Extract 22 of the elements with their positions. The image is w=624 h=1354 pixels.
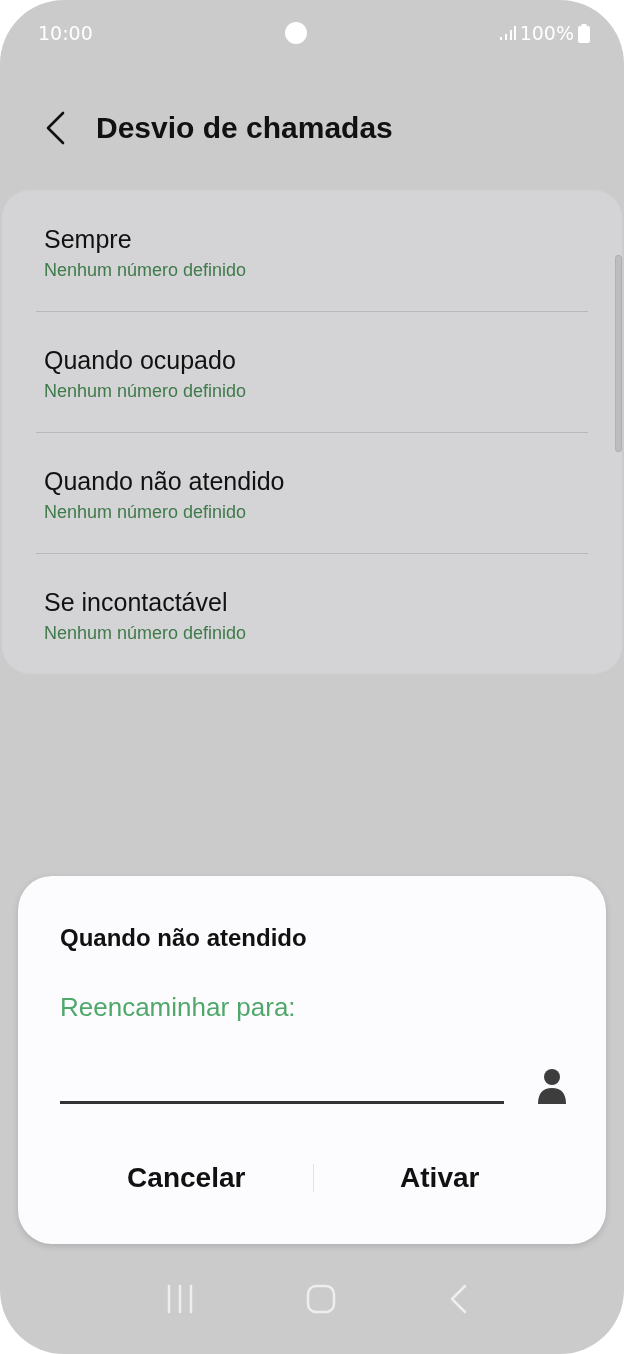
battery-icon — [578, 23, 590, 43]
contact-person-icon[interactable] — [538, 1068, 566, 1104]
option-item[interactable]: Se incontactável Nenhum número definido — [36, 553, 588, 674]
page-title: Desvio de chamadas — [96, 111, 393, 145]
option-title: Quando ocupado — [44, 346, 236, 375]
option-title: Se incontactável — [44, 588, 228, 617]
field-label: Reencaminhar para: — [60, 992, 296, 1023]
option-title: Quando não atendido — [44, 467, 285, 496]
option-subtitle: Nenhum número definido — [44, 259, 247, 281]
option-item[interactable]: Quando não atendido Nenhum número definido — [36, 432, 588, 553]
option-subtitle: Nenhum número definido — [44, 623, 247, 644]
option-item[interactable]: Sempre Nenhum número definido — [36, 190, 588, 311]
dialog-button[interactable]: Ativar — [313, 1154, 566, 1202]
option-subtitle: Nenhum número definido — [44, 381, 247, 402]
signal-icon — [499, 25, 516, 41]
option-title: Sempre — [44, 224, 132, 254]
back-icon[interactable] — [44, 111, 66, 145]
dialog-title: Quando não atendido — [60, 924, 307, 952]
option-item[interactable]: Quando ocupado Nenhum número definido — [36, 311, 588, 432]
option-subtitle: Nenhum número definido — [44, 502, 247, 523]
dialog-button[interactable]: Cancelar — [60, 1154, 313, 1202]
camera-hole — [285, 22, 308, 44]
